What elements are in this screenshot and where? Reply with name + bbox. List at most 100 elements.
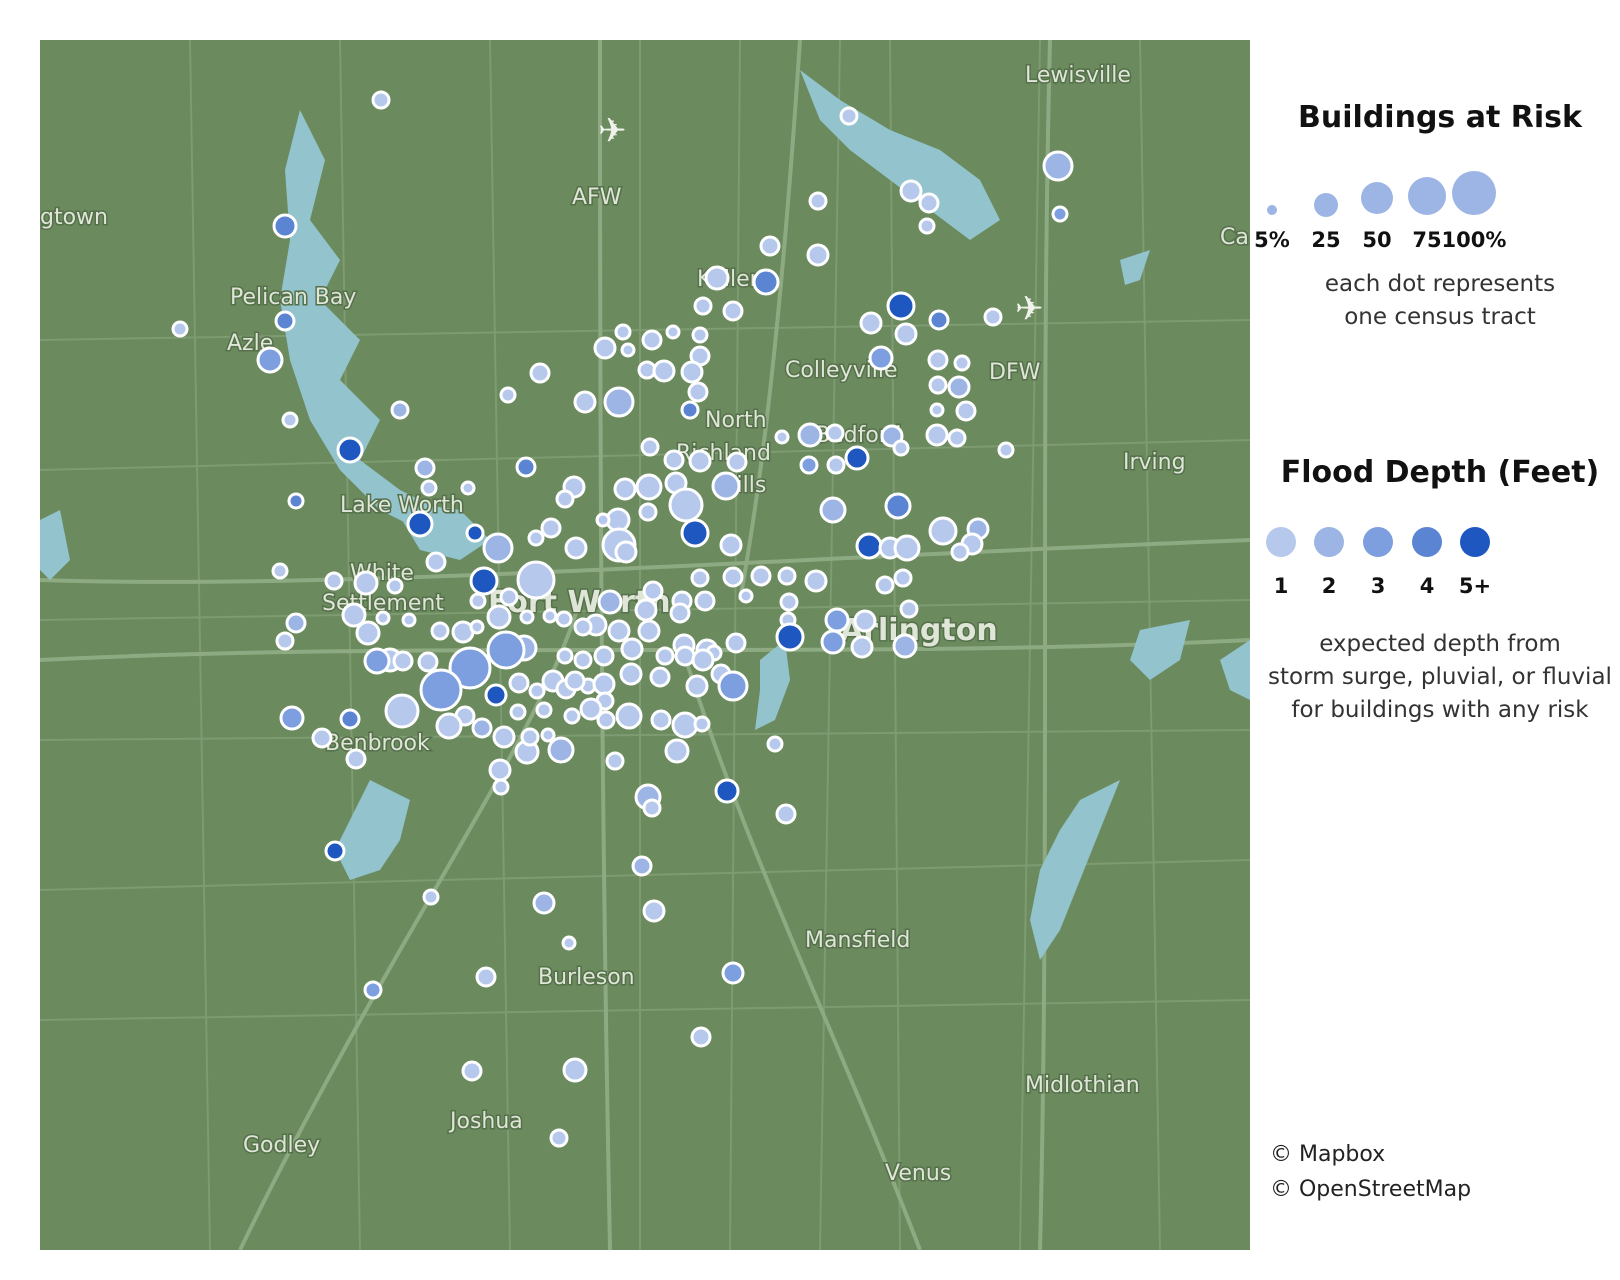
census-tract-dot[interactable] [839,106,859,126]
census-tract-dot[interactable] [435,712,463,740]
census-tract-dot[interactable] [725,632,747,654]
census-tract-dot[interactable] [983,307,1003,327]
census-tract-dot[interactable] [556,647,574,665]
census-tract-dot[interactable] [953,354,971,372]
census-tract-dot[interactable] [528,682,546,700]
census-tract-dot[interactable] [345,748,367,770]
census-tract-dot[interactable] [532,891,556,915]
census-tract-dot[interactable] [593,336,617,360]
census-tract-dot[interactable] [422,888,440,906]
census-tract-dot[interactable] [465,523,485,543]
census-tract-dot[interactable] [927,349,949,371]
census-tract-dot[interactable] [655,646,675,666]
census-tract-dot[interactable] [420,479,438,497]
census-tract-dot[interactable] [486,630,526,670]
census-tract-dot[interactable] [540,517,562,539]
census-tract-dot[interactable] [274,310,296,332]
census-tract-dot[interactable] [779,592,799,612]
census-tract-dot[interactable] [620,637,644,661]
census-tract-dot[interactable] [680,518,710,548]
census-tract-dot[interactable] [542,608,558,624]
census-tract-dot[interactable] [674,645,696,667]
census-tract-dot[interactable] [311,727,333,749]
census-tract-dot[interactable] [950,542,970,562]
census-tract-dot[interactable] [663,449,685,471]
census-tract-dot[interactable] [650,709,672,731]
census-tract-dot[interactable] [171,320,189,338]
census-tract-dot[interactable] [547,736,575,764]
census-tract-dot[interactable] [775,803,797,825]
census-tract-dot[interactable] [635,473,663,501]
census-tract-dot[interactable] [726,451,748,473]
census-tract-dot[interactable] [482,532,514,564]
census-tract-dot[interactable] [875,575,895,595]
census-tract-dot[interactable] [641,329,663,351]
census-tract-dot[interactable] [680,360,704,384]
census-tract-dot[interactable] [819,496,847,524]
census-tract-dot[interactable] [592,672,616,696]
census-tract-dot[interactable] [471,717,493,739]
census-tract-dot[interactable] [892,633,918,659]
census-tract-dot[interactable] [955,400,977,422]
census-tract-dot[interactable] [469,592,487,610]
census-tract-dot[interactable] [386,577,404,595]
census-tract-dot[interactable] [722,566,744,588]
census-tract-dot[interactable] [671,711,699,739]
census-tract-dot[interactable] [947,428,967,448]
census-tract-dot[interactable] [665,324,681,340]
census-tract-dot[interactable] [375,610,391,626]
census-tract-dot[interactable] [492,778,510,796]
census-tract-dot[interactable] [714,778,740,804]
census-tract-dot[interactable] [484,683,508,707]
census-tract-dot[interactable] [535,701,553,719]
census-tract-dot[interactable] [693,296,713,316]
census-tract-dot[interactable] [721,961,745,985]
census-tract-dot[interactable] [419,668,463,712]
census-tract-dot[interactable] [516,560,556,600]
census-tract-dot[interactable] [527,529,545,547]
census-tract-dot[interactable] [271,562,289,580]
census-tract-dot[interactable] [750,565,772,587]
census-tract-dot[interactable] [738,588,754,604]
census-tract-dot[interactable] [256,346,284,374]
census-tract-dot[interactable] [868,345,894,371]
census-tract-dot[interactable] [613,477,637,501]
census-tract-dot[interactable] [620,342,636,358]
census-tract-dot[interactable] [390,400,410,420]
census-tract-dot[interactable] [691,648,715,672]
census-tract-dot[interactable] [824,607,850,633]
census-tract-dot[interactable] [564,536,588,560]
map-canvas[interactable]: LewisvillegtownAFWKellerPelican BayAzleC… [40,40,1250,1250]
census-tract-dot[interactable] [499,587,519,607]
census-tract-dot[interactable] [634,598,658,622]
census-tract-dot[interactable] [562,1057,588,1083]
census-tract-dot[interactable] [722,300,744,322]
census-tract-dot[interactable] [603,386,635,418]
census-tract-dot[interactable] [614,540,638,564]
census-tract-dot[interactable] [652,359,676,383]
census-tract-dot[interactable] [605,751,625,771]
census-tract-dot[interactable] [279,705,305,731]
census-tract-dot[interactable] [336,436,364,464]
census-tract-dot[interactable] [774,429,790,445]
osm-credit[interactable]: © OpenStreetMap [1270,1177,1471,1202]
census-tract-dot[interactable] [508,672,530,694]
census-tract-dot[interactable] [777,566,797,586]
census-tract-dot[interactable] [690,568,710,588]
census-tract-dot[interactable] [642,580,664,602]
census-tract-dot[interactable] [947,375,971,399]
census-tract-dot[interactable] [997,441,1015,459]
census-tract-dot[interactable] [461,1060,483,1082]
census-tract-dot[interactable] [363,980,383,1000]
census-tract-dot[interactable] [719,533,743,557]
census-tract-dot[interactable] [820,629,846,655]
census-tract-dot[interactable] [597,589,623,615]
census-tract-dot[interactable] [1042,150,1074,182]
census-tract-dot[interactable] [371,90,391,110]
census-tract-dot[interactable] [363,647,391,675]
census-tract-dot[interactable] [549,1128,569,1148]
census-tract-dot[interactable] [918,192,940,214]
census-tract-dot[interactable] [573,617,593,637]
census-tract-dot[interactable] [595,512,611,528]
census-tract-dot[interactable] [855,532,883,560]
